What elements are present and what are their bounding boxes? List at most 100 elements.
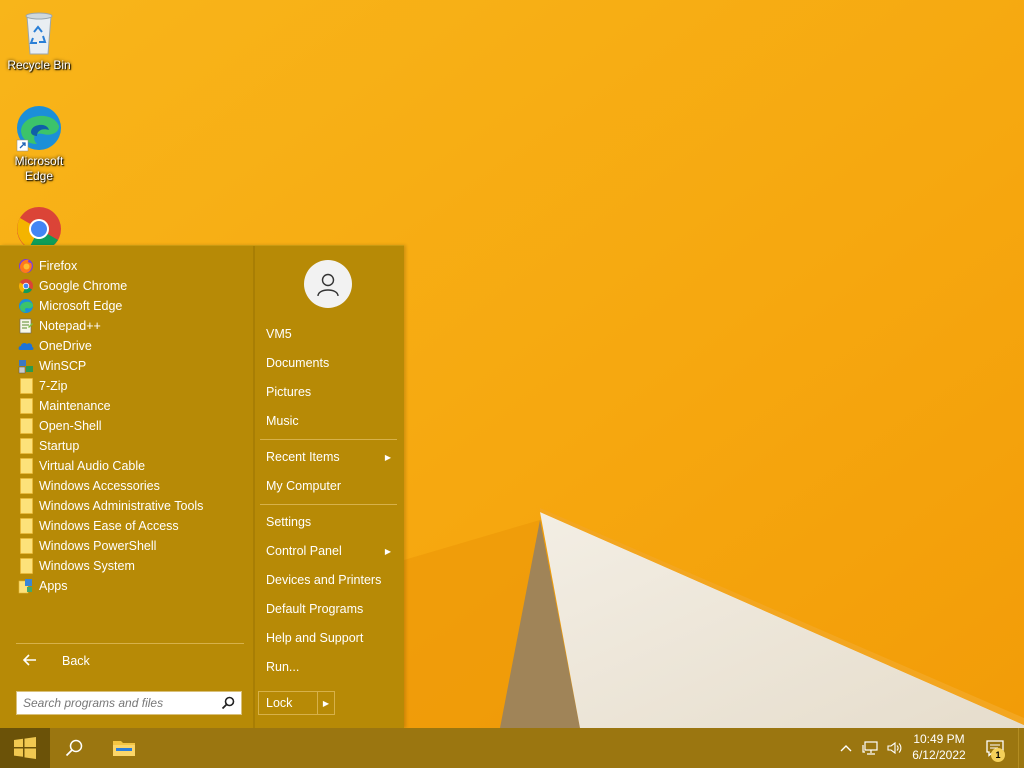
place-run[interactable]: Run... [260, 655, 397, 679]
program-folder-7-zip[interactable]: 7-Zip [14, 376, 244, 396]
place-recent-items[interactable]: Recent Items ▶ [260, 445, 397, 469]
program-folder-windows-administrative-tools[interactable]: Windows Administrative Tools [14, 496, 244, 516]
desktop-icon-microsoft-edge[interactable]: Microsoft Edge [1, 104, 77, 184]
program-google-chrome[interactable]: Google Chrome [14, 276, 244, 296]
search-input[interactable] [23, 693, 218, 713]
user-icon [317, 273, 339, 297]
chrome-icon [18, 278, 34, 294]
back-arrow-icon [20, 653, 40, 670]
program-onedrive[interactable]: OneDrive [14, 336, 244, 356]
program-folder-startup[interactable]: Startup [14, 436, 244, 456]
desktop-icon-label: Microsoft Edge [14, 154, 64, 183]
back-button[interactable]: Back [14, 650, 246, 672]
place-documents[interactable]: Documents [260, 351, 397, 375]
places-separator [260, 439, 397, 440]
program-label: Windows Ease of Access [39, 519, 179, 533]
program-folder-windows-accessories[interactable]: Windows Accessories [14, 476, 244, 496]
program-microsoft-edge[interactable]: Microsoft Edge [14, 296, 244, 316]
clock-date: 6/12/2022 [912, 748, 966, 762]
firefox-icon [18, 258, 34, 274]
search-icon[interactable] [218, 693, 238, 713]
program-winscp[interactable]: WinSCP [14, 356, 244, 376]
submenu-arrow-icon: ▶ [384, 546, 391, 556]
place-pictures[interactable]: Pictures [260, 380, 397, 404]
program-folder-windows-ease-of-access[interactable]: Windows Ease of Access [14, 516, 244, 536]
program-label: Google Chrome [39, 279, 128, 293]
program-folder-maintenance[interactable]: Maintenance [14, 396, 244, 416]
user-avatar[interactable] [304, 260, 352, 308]
submenu-arrow-icon: ▶ [384, 452, 391, 462]
place-label: Settings [266, 515, 312, 529]
program-label: Microsoft Edge [39, 299, 123, 313]
shutdown-group: Lock ▶ [258, 691, 335, 715]
folder-icon [18, 538, 34, 554]
onedrive-icon [18, 338, 34, 354]
program-folder-virtual-audio-cable[interactable]: Virtual Audio Cable [14, 456, 244, 476]
program-label: Windows Accessories [39, 479, 160, 493]
place-my-computer[interactable]: My Computer [260, 474, 397, 498]
show-desktop-button[interactable] [1018, 728, 1024, 768]
program-label: Windows PowerShell [39, 539, 157, 553]
program-label: Apps [39, 579, 68, 593]
network-icon[interactable] [860, 728, 882, 768]
place-label: Documents [266, 356, 330, 370]
place-default-programs[interactable]: Default Programs [260, 597, 397, 621]
place-label: Help and Support [266, 631, 364, 645]
program-folder-windows-system[interactable]: Windows System [14, 556, 244, 576]
program-label: Startup [39, 439, 80, 453]
place-label: Devices and Printers [266, 573, 382, 587]
taskbar-search-button[interactable] [52, 728, 96, 768]
place-music[interactable]: Music [260, 409, 397, 433]
program-label: Windows System [39, 559, 135, 573]
program-label: Firefox [39, 259, 78, 273]
program-folder-open-shell[interactable]: Open-Shell [14, 416, 244, 436]
folder-icon [18, 518, 34, 534]
winscp-icon [18, 358, 34, 374]
notification-count-badge: 1 [991, 748, 1005, 762]
taskbar-clock[interactable]: 10:49 PM 6/12/2022 [908, 731, 970, 765]
back-label: Back [62, 654, 90, 668]
program-folder-windows-powershell[interactable]: Windows PowerShell [14, 536, 244, 556]
search-box[interactable] [16, 691, 242, 715]
clock-time: 10:49 PM [913, 732, 965, 746]
place-label: Music [266, 414, 299, 428]
place-label: Run... [266, 660, 300, 674]
program-firefox[interactable]: Firefox [14, 256, 244, 276]
folder-icon [18, 438, 34, 454]
windows-logo-icon [14, 737, 36, 759]
lock-options-arrow-icon[interactable]: ▶ [317, 692, 334, 714]
apps-icon [18, 578, 34, 594]
place-user-vm5[interactable]: VM5 [260, 322, 397, 346]
place-label: Recent Items [266, 450, 340, 464]
taskbar-file-explorer[interactable] [101, 728, 147, 768]
lock-button[interactable]: Lock [259, 692, 317, 714]
program-label: 7-Zip [39, 379, 68, 393]
folder-icon [18, 418, 34, 434]
folder-icon [18, 458, 34, 474]
place-control-panel[interactable]: Control Panel ▶ [260, 539, 397, 563]
folder-icon [18, 378, 34, 394]
folder-icon [18, 498, 34, 514]
desktop-icon-recycle-bin[interactable]: Recycle Bin [1, 8, 77, 73]
desktop-icon-label: Recycle Bin [7, 58, 71, 72]
program-label: Virtual Audio Cable [39, 459, 146, 473]
programs-separator [16, 643, 244, 644]
program-notepad-plus-plus[interactable]: Notepad++ [14, 316, 244, 336]
volume-icon[interactable] [884, 728, 906, 768]
place-settings[interactable]: Settings [260, 510, 397, 534]
places-pane: VM5 Documents Pictures Music Recent Item… [255, 246, 404, 729]
place-devices-and-printers[interactable]: Devices and Printers [260, 568, 397, 592]
start-button[interactable] [0, 728, 50, 768]
show-hidden-icons-chevron-icon[interactable] [835, 728, 857, 768]
place-help-and-support[interactable]: Help and Support [260, 626, 397, 650]
search-icon [65, 739, 83, 757]
program-apps[interactable]: Apps [14, 576, 244, 596]
taskbar: 10:49 PM 6/12/2022 [0, 728, 1024, 768]
folder-icon [18, 478, 34, 494]
place-label: Control Panel [266, 544, 342, 558]
programs-pane: Firefox Google Chrome Microsoft Edge Not… [0, 246, 253, 729]
program-label: Open-Shell [39, 419, 102, 433]
program-label: Notepad++ [39, 319, 101, 333]
program-label: OneDrive [39, 339, 92, 353]
place-label: VM5 [266, 327, 292, 341]
